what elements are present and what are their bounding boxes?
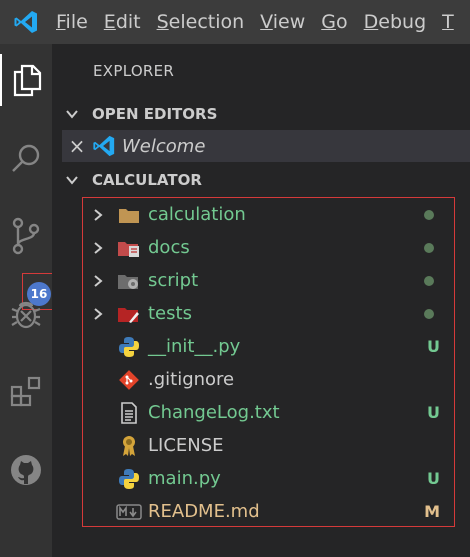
tree-item-license[interactable]: LICENSE [83, 429, 454, 462]
chevron-right-icon[interactable] [83, 307, 113, 321]
menu-bar: File Edit Selection View Go Debug T [0, 0, 470, 44]
tree-item-label: ChangeLog.txt [148, 402, 280, 423]
tree-item-label: calculation [148, 204, 246, 225]
debug-icon[interactable] [0, 288, 52, 340]
tree-item-script[interactable]: script [83, 264, 454, 297]
tree-item-readme[interactable]: README.md M [83, 495, 454, 528]
tree-item-label: tests [148, 303, 192, 324]
tree-item-gitignore[interactable]: .gitignore [83, 363, 454, 396]
tree-item-tests[interactable]: tests [83, 297, 454, 330]
project-label: CALCULATOR [92, 171, 202, 189]
chevron-down-icon [52, 173, 92, 187]
git-status-untracked: U [427, 403, 440, 422]
status-dot [424, 275, 434, 286]
markdown-icon [113, 500, 145, 524]
open-editors-header[interactable]: OPEN EDITORS [52, 99, 470, 129]
git-icon [113, 368, 145, 392]
file-tree: calculation docs script tests __init__.p… [82, 197, 455, 527]
menu-debug[interactable]: Debug [360, 0, 439, 44]
search-icon[interactable] [0, 132, 52, 184]
chevron-right-icon[interactable] [83, 274, 113, 288]
tests-folder-icon [113, 302, 145, 326]
open-editors-label: OPEN EDITORS [92, 105, 218, 123]
menu-view-rest: iew [272, 11, 306, 33]
folder-icon [113, 203, 145, 227]
source-control-icon[interactable] [0, 210, 52, 262]
tree-item-label: .gitignore [148, 369, 235, 390]
chevron-down-icon [52, 107, 92, 121]
tree-item-init-py[interactable]: __init__.py U [83, 330, 454, 363]
git-status-untracked: U [427, 337, 440, 356]
status-dot [424, 209, 434, 220]
status-dot [424, 308, 434, 319]
menu-file[interactable]: File [52, 0, 100, 44]
git-status-modified: M [424, 502, 440, 521]
open-editor-label: Welcome [122, 135, 206, 157]
sidebar-title: EXPLORER [93, 62, 175, 80]
extensions-icon[interactable] [0, 366, 52, 418]
python-icon [113, 467, 145, 491]
menu-go-rest: o [336, 11, 348, 33]
docs-folder-icon [113, 236, 145, 260]
chevron-right-icon[interactable] [83, 208, 113, 222]
tree-item-label: LICENSE [148, 435, 224, 456]
vscode-logo-icon [0, 0, 52, 44]
menu-edit[interactable]: Edit [100, 0, 153, 44]
project-header[interactable]: CALCULATOR [52, 165, 470, 195]
tree-item-label: main.py [148, 468, 221, 489]
status-dot [424, 242, 434, 253]
open-editor-item[interactable]: × Welcome [62, 130, 470, 162]
tree-item-label: README.md [148, 501, 260, 522]
python-icon [113, 335, 145, 359]
tree-item-changelog[interactable]: ChangeLog.txt U [83, 396, 454, 429]
tree-item-label: script [148, 270, 199, 291]
explorer-sidebar: EXPLORER OPEN EDITORS × Welcome CALCULAT… [52, 44, 470, 557]
close-icon[interactable]: × [62, 134, 92, 158]
activity-bar: 16 [0, 44, 58, 557]
text-file-icon [113, 401, 145, 425]
github-icon[interactable] [0, 444, 52, 496]
git-status-untracked: U [427, 469, 440, 488]
menu-debug-rest: ebug [378, 11, 427, 33]
menu-file-rest: ile [65, 11, 88, 33]
tree-item-main-py[interactable]: main.py U [83, 462, 454, 495]
tree-item-label: __init__.py [148, 336, 241, 357]
tree-item-calculation[interactable]: calculation [83, 198, 454, 231]
menu-edit-rest: dit [115, 11, 141, 33]
license-icon [113, 434, 145, 458]
chevron-right-icon[interactable] [83, 241, 113, 255]
menu-selection[interactable]: Selection [153, 0, 257, 44]
menu-go[interactable]: Go [317, 0, 359, 44]
files-icon[interactable] [0, 54, 52, 106]
menu-view[interactable]: View [256, 0, 317, 44]
script-folder-icon [113, 269, 145, 293]
menu-selection-rest: election [168, 11, 245, 33]
menu-terminal[interactable]: T [438, 0, 466, 44]
vscode-icon [92, 134, 116, 158]
tree-item-docs[interactable]: docs [83, 231, 454, 264]
tree-item-label: docs [148, 237, 190, 258]
